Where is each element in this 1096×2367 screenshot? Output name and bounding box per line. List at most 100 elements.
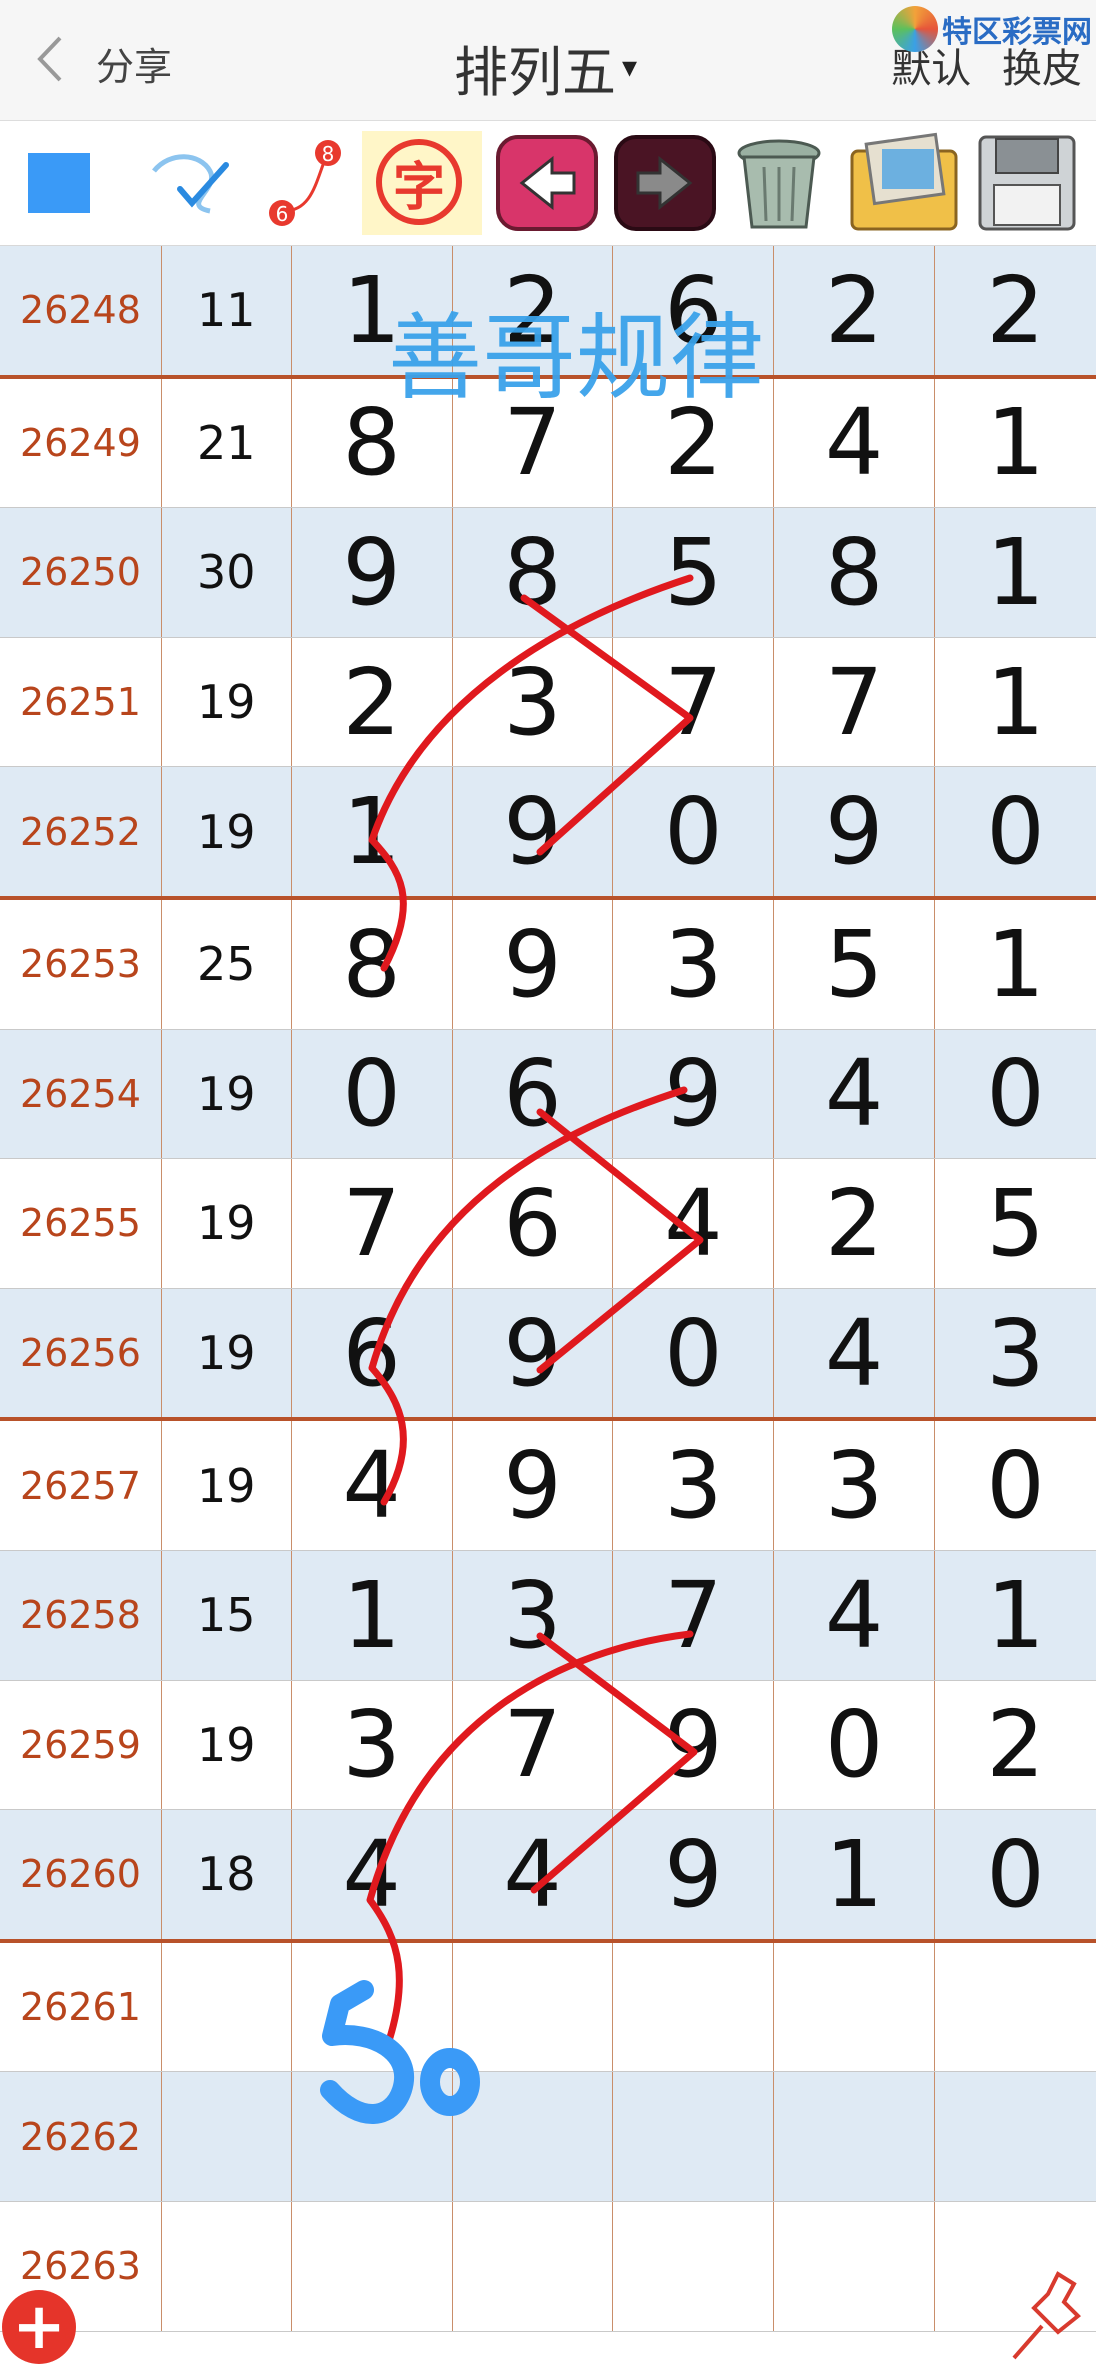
digit-cell: 9 [613, 1810, 775, 1939]
digit-cell: 3 [453, 637, 614, 767]
sum-value: 15 [162, 1550, 292, 1680]
digit-cell [292, 2072, 453, 2201]
num-six-label: 6 [276, 202, 289, 226]
undo-icon[interactable] [492, 131, 602, 235]
digit-cell: 2 [986, 256, 1045, 364]
digit-cell: 9 [453, 1421, 614, 1550]
sum-value: 21 [162, 378, 292, 508]
digit-cell [292, 1942, 453, 2072]
digit-cell: 6 [292, 1288, 453, 1418]
pin-icon[interactable] [1004, 2268, 1094, 2364]
digit-cell [613, 1942, 775, 2072]
digit-cell: 9 [613, 1680, 775, 1810]
digit-cell: 0 [292, 1029, 453, 1159]
caret-down-icon: ▾ [622, 50, 638, 85]
sum-value: 25 [162, 899, 292, 1029]
digit-cell: 0 [986, 1040, 1045, 1148]
table-row[interactable]: 26254 19 0 6 9 4 0 [0, 1029, 1096, 1160]
issue-number: 26252 [0, 767, 162, 896]
table-row[interactable]: 26257 19 4 9 3 3 0 [0, 1421, 1096, 1551]
digit-cell: 9 [774, 767, 936, 896]
digit-cell [453, 1942, 614, 2072]
sum-value: 19 [162, 637, 292, 767]
table-row[interactable]: 26259 19 3 7 9 0 2 [0, 1680, 1096, 1811]
digit-cell: 7 [613, 637, 775, 767]
issue-number: 26259 [0, 1680, 162, 1810]
digit-cell: 2 [986, 1691, 1045, 1799]
share-button[interactable]: 分享 [96, 36, 172, 91]
digit-cell: 0 [774, 1680, 936, 1810]
digit-cell [453, 2072, 614, 2201]
digit-cell: 8 [292, 899, 453, 1029]
table-row[interactable]: 26250 30 9 8 5 8 1 [0, 508, 1096, 638]
change-skin-button[interactable]: 换皮 [1002, 46, 1082, 92]
table-row[interactable]: 26258 15 1 3 7 4 1 [0, 1550, 1096, 1681]
issue-number: 26253 [0, 899, 162, 1029]
digit-cell: 9 [453, 767, 614, 896]
digit-cell: 9 [613, 1029, 775, 1159]
issue-number: 26254 [0, 1029, 162, 1159]
save-icon[interactable] [972, 131, 1082, 235]
issue-number: 26256 [0, 1288, 162, 1418]
digit-cell: 1 [986, 648, 1045, 756]
digit-cell: 0 [986, 778, 1045, 886]
table-row[interactable]: 26260 18 4 4 9 1 0 [0, 1810, 1096, 1943]
digit-cell [453, 2201, 614, 2331]
default-button[interactable]: 默认 [891, 46, 971, 92]
digit-cell: 5 [613, 508, 775, 637]
digit-cell: 8 [774, 508, 936, 637]
number-sequence-icon[interactable]: 6 8 [252, 131, 352, 235]
table-row[interactable]: 26251 19 2 3 7 7 1 [0, 637, 1096, 768]
trash-icon[interactable] [724, 131, 834, 235]
color-square-button[interactable] [28, 153, 90, 213]
app-header: 分享 排列五 ▾ 默认 换皮 特区彩票网 [0, 0, 1096, 121]
digit-cell: 7 [774, 637, 936, 767]
issue-number: 26257 [0, 1421, 162, 1550]
digit-cell: 6 [453, 1159, 614, 1288]
table-row[interactable]: 26253 25 8 9 3 5 1 [0, 899, 1096, 1030]
sum-value: 30 [162, 508, 292, 637]
table-row[interactable]: 26252 19 1 9 0 9 0 [0, 767, 1096, 900]
sum-value: 19 [162, 1029, 292, 1159]
sum-value: 19 [162, 767, 292, 896]
digit-cell: 5 [986, 1169, 1045, 1277]
digit-cell: 5 [774, 899, 936, 1029]
digit-cell: 2 [292, 637, 453, 767]
sum-value [162, 1942, 292, 2072]
digit-cell: 7 [292, 1159, 453, 1288]
issue-number: 26248 [0, 246, 162, 375]
sum-value: 18 [162, 1810, 292, 1939]
watermark-text: 特区彩票网 [942, 15, 1092, 50]
table-row[interactable]: 26261 [0, 1942, 1096, 2073]
pen-icon[interactable] [140, 131, 240, 235]
table-row[interactable]: 26263 [0, 2201, 1096, 2332]
issue-number: 26260 [0, 1810, 162, 1939]
table-row[interactable]: 26255 19 7 6 4 2 5 [0, 1159, 1096, 1289]
digit-cell: 1 [292, 1550, 453, 1680]
table-row[interactable]: 26256 19 6 9 0 4 3 [0, 1288, 1096, 1422]
text-tool-button[interactable]: 字 [362, 131, 482, 235]
digit-cell: 9 [292, 508, 453, 637]
plus-circle-icon[interactable]: + [2, 2290, 76, 2364]
digit-cell: 6 [453, 1029, 614, 1159]
digit-cell [292, 2201, 453, 2331]
digit-cell: 3 [292, 1680, 453, 1810]
digit-cell: 2 [774, 1159, 936, 1288]
digit-cell: 1 [774, 1810, 936, 1939]
digit-cell: 3 [774, 1421, 936, 1550]
digit-cell [774, 2201, 936, 2331]
digit-cell [613, 2072, 775, 2201]
issue-number: 26250 [0, 508, 162, 637]
digit-cell [774, 1942, 936, 2072]
digit-cell: 4 [774, 1029, 936, 1159]
digit-cell: 4 [774, 1288, 936, 1418]
photos-icon[interactable] [842, 131, 968, 235]
digit-cell: 4 [613, 1159, 775, 1288]
digit-cell [935, 1943, 1096, 2072]
table-row[interactable]: 26262 [0, 2072, 1096, 2202]
num-eight-label: 8 [322, 142, 335, 166]
chevron-left-icon[interactable] [30, 34, 74, 84]
digit-cell: 3 [986, 1299, 1045, 1407]
redo-icon[interactable] [610, 131, 720, 235]
game-selector[interactable]: 排列五 ▾ [454, 28, 637, 107]
